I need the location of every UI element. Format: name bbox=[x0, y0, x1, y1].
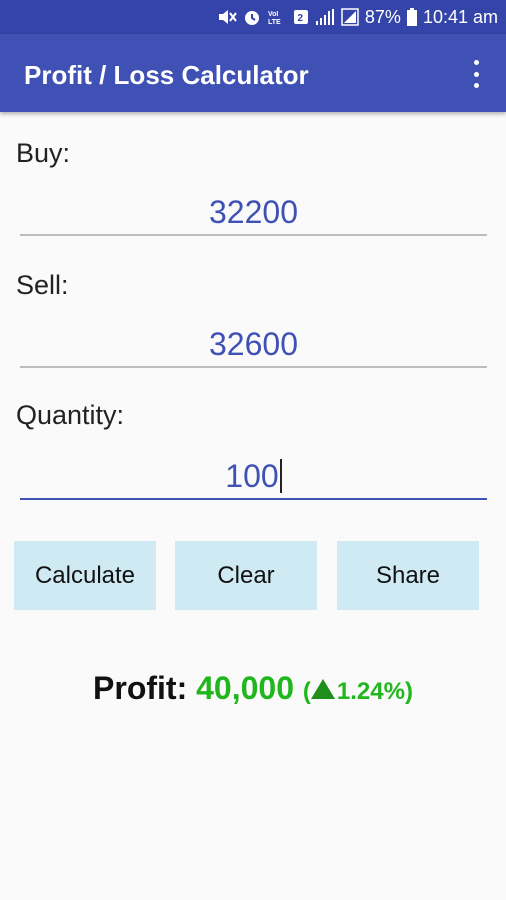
result-line: Profit: 40,000 (1.24%) bbox=[0, 670, 506, 707]
close-paren: ) bbox=[404, 678, 413, 705]
svg-text:LTE: LTE bbox=[268, 19, 281, 26]
result-label: Profit: bbox=[93, 670, 188, 706]
sell-value: 32600 bbox=[209, 326, 298, 362]
svg-text:VoI: VoI bbox=[268, 11, 278, 18]
sell-label: Sell: bbox=[16, 270, 69, 300]
buy-label: Buy: bbox=[16, 138, 71, 168]
clock: 10:41 am bbox=[422, 6, 498, 27]
battery-percent: 87% bbox=[364, 6, 401, 27]
app-bar: Profit / Loss Calculator bbox=[0, 34, 506, 112]
sell-input[interactable]: 32600 bbox=[20, 322, 487, 368]
app-title: Profit / Loss Calculator bbox=[24, 60, 309, 90]
volte-icon: VoI LTE bbox=[267, 8, 287, 26]
quantity-input[interactable]: 100 bbox=[20, 454, 487, 500]
open-paren: ( bbox=[302, 678, 311, 705]
buy-input[interactable]: 32200 bbox=[20, 190, 487, 236]
alarm-icon bbox=[243, 8, 261, 26]
share-button[interactable]: Share bbox=[337, 541, 479, 610]
buy-value: 32200 bbox=[209, 194, 298, 230]
quantity-label: Quantity: bbox=[16, 400, 125, 430]
signal-icon bbox=[315, 8, 335, 26]
quantity-value: 100 bbox=[225, 458, 279, 494]
text-cursor bbox=[279, 459, 282, 493]
profit-amount: 40,000 bbox=[196, 670, 294, 706]
status-bar: VoI LTE 2 87% 10:41 am bbox=[0, 0, 506, 34]
svg-text:2: 2 bbox=[297, 13, 303, 24]
signal2-icon bbox=[341, 8, 359, 26]
overflow-menu-icon[interactable] bbox=[464, 60, 488, 88]
mute-icon bbox=[217, 8, 237, 26]
sim2-icon: 2 bbox=[293, 8, 309, 26]
clear-button[interactable]: Clear bbox=[175, 541, 317, 610]
battery-icon bbox=[406, 8, 417, 26]
percent-value: 1.24% bbox=[336, 678, 405, 705]
profit-percent: (1.24%) bbox=[303, 678, 413, 705]
up-arrow-icon bbox=[310, 679, 335, 699]
calculate-button[interactable]: Calculate bbox=[14, 541, 156, 610]
